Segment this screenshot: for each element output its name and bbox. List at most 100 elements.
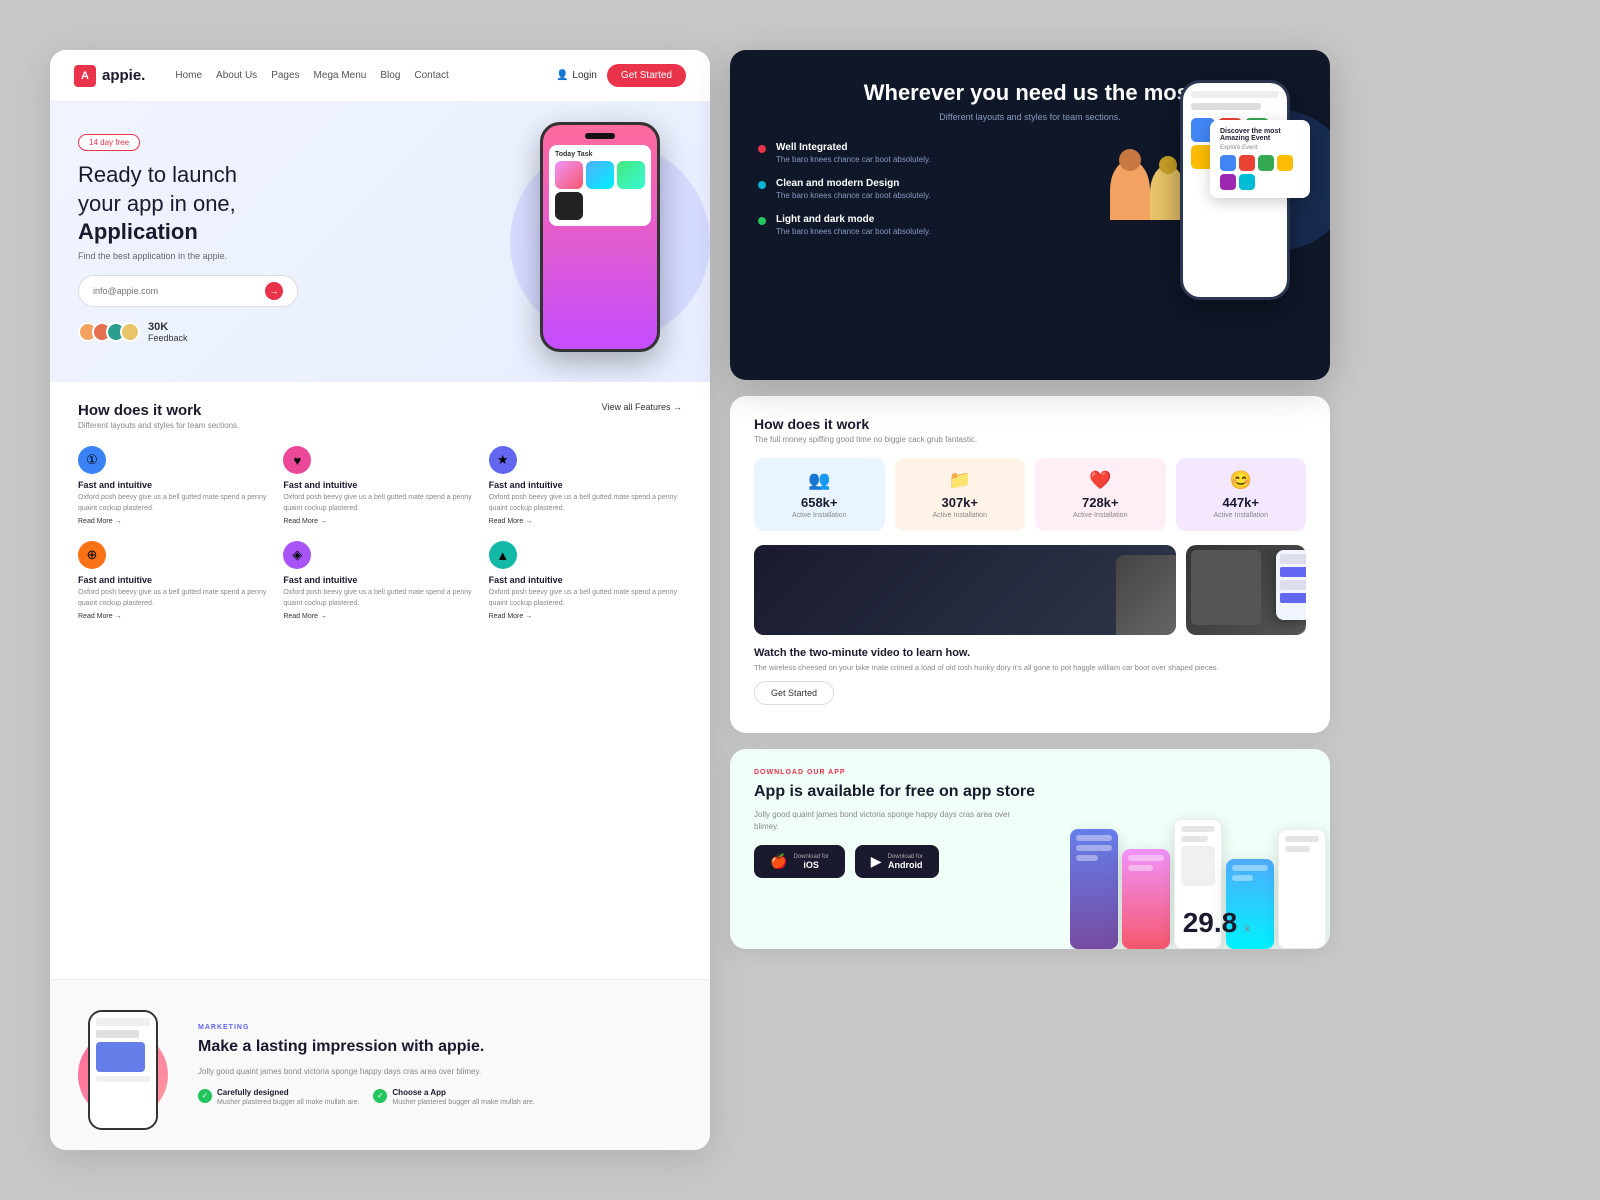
get-started-button[interactable]: Get Started [607,64,686,87]
feature-title-4: Fast and intuitive [78,575,271,585]
nav-actions: 👤 Login Get Started [556,64,686,87]
feature-title-6: Fast and intuitive [489,575,682,585]
feature-icon-1: ① [78,446,106,474]
nav-pages[interactable]: Pages [271,70,299,81]
feature-icon-3: ★ [489,446,517,474]
hero-badge: 14 day free [78,134,140,151]
hero-search-bar[interactable]: → [78,275,298,307]
android-download-button[interactable]: ▶ Download for Android [855,845,939,878]
stat-number-3: 728k+ [1045,495,1156,510]
feature-dot-1 [758,145,766,153]
person-1 [1110,160,1150,220]
nav-blog[interactable]: Blog [380,70,400,81]
read-more-2[interactable]: Read More → [283,518,476,525]
nav-home[interactable]: Home [175,70,202,81]
stat-card-1: 👥 658k+ Active Installation [754,458,885,531]
view-all-link[interactable]: View all Features → [602,402,682,412]
check-desc-1: Musher plastered bugger all make mullah … [217,1099,359,1106]
nav-about[interactable]: About Us [216,70,257,81]
feature-icon-5: ◈ [283,541,311,569]
feature-icon-6: ▲ [489,541,517,569]
ios-download-button[interactable]: 🍎 Download for iOS [754,845,845,878]
feature-desc-2: Oxford posh beevy give us a bell gutted … [283,493,476,514]
nav-contact[interactable]: Contact [414,70,448,81]
feature-desc-5: Oxford posh beevy give us a bell gutted … [283,588,476,609]
read-more-1[interactable]: Read More → [78,518,271,525]
dark-feature-title-3: Light and dark mode [776,214,931,225]
watch-title: Watch the two-minute video to learn how. [754,647,1306,659]
stat-card-3: ❤️ 728k+ Active Installation [1035,458,1166,531]
stat-icon-4: 😊 [1186,470,1297,491]
bottom-content: Marketing Make a lasting impression with… [198,1024,682,1106]
get-started-button[interactable]: Get Started [754,681,834,705]
stat-icon-2: 📁 [905,470,1016,491]
phone-item-2 [586,161,614,189]
feedback-count: 30K Feedback [148,321,188,343]
watch-desc: The wireless cheesed on your bike mate c… [754,662,1306,673]
phone-screen: Today Task [543,125,657,349]
stat-number-4: 447k+ [1186,495,1297,510]
nav-mega[interactable]: Mega Menu [314,70,367,81]
feature-dot-3 [758,217,766,225]
read-more-6[interactable]: Read More → [489,613,682,620]
login-link[interactable]: 👤 Login [556,70,597,81]
discover-icons [1220,155,1300,190]
logo: A appie. [74,65,145,87]
feature-title-1: Fast and intuitive [78,480,271,490]
bottom-impression-section: Marketing Make a lasting impression with… [50,979,710,1150]
stat-number-1: 658k+ [764,495,875,510]
dark-feature-desc-1: The baro knees chance car boot absolutel… [776,155,931,164]
stats-row: 👥 658k+ Active Installation 📁 307k+ Acti… [754,458,1306,531]
feature-desc-3: Oxford posh beevy give us a bell gutted … [489,493,682,514]
dark-feature-title-2: Clean and modern Design [776,178,931,189]
app-desc: Jolly good quaint james bond victoria sp… [754,809,1034,833]
phone-item-1 [555,161,583,189]
left-panel: A appie. Home About Us Pages Mega Menu B… [50,50,710,1150]
discover-sub: Explore Event [1220,145,1300,151]
discover-icon-4 [1277,155,1293,171]
feature-title-5: Fast and intuitive [283,575,476,585]
bottom-phone-screen [90,1012,156,1128]
avatar-group [78,322,140,342]
search-input[interactable] [93,286,265,296]
check-items: ✓ Carefully designed Musher plastered bu… [198,1088,682,1106]
feature-item-1: ① Fast and intuitive Oxford posh beevy g… [78,446,271,525]
hero-phone: Today Task [520,112,690,372]
read-more-4[interactable]: Read More → [78,613,271,620]
dark-feature-desc-3: The baro knees chance car boot absolutel… [776,227,931,236]
mockup-2 [1122,849,1170,949]
phone-small-item-2 [1280,567,1306,577]
stat-icon-1: 👥 [764,470,875,491]
video-card[interactable]: ▶ [754,545,1176,635]
logo-icon: A [74,65,96,87]
section-header: How does it work Different layouts and s… [78,402,682,430]
logo-text: appie. [102,67,145,84]
stat-label-3: Active Installation [1045,512,1156,519]
features-grid: ① Fast and intuitive Oxford posh beevy g… [78,446,682,620]
phone-card: Today Task [549,145,651,226]
discover-icon-3 [1258,155,1274,171]
stat-label-2: Active Installation [905,512,1016,519]
feature-desc-1: Oxford posh beevy give us a bell gutted … [78,493,271,514]
read-more-3[interactable]: Read More → [489,518,682,525]
stat-card-4: 😊 447k+ Active Installation [1176,458,1307,531]
phone-frame: Today Task [540,122,660,352]
check-label-2: Choose a App [392,1088,534,1097]
search-button[interactable]: → [265,282,283,300]
discover-icon-1 [1220,155,1236,171]
bottom-desc: Jolly good quaint james bond victoria sp… [198,1066,682,1078]
discover-icon-5 [1220,174,1236,190]
apple-icon: 🍎 [770,853,787,870]
feature-title-3: Fast and intuitive [489,480,682,490]
phone-small-item-3 [1280,580,1306,590]
check-desc-2: Musher plastered bugger all make mullah … [392,1099,534,1106]
tablet-visual [1186,545,1306,635]
stat-label-4: Active Installation [1186,512,1297,519]
hero-section: 14 day free Ready to launch your app in … [50,102,710,382]
nav-links: Home About Us Pages Mega Menu Blog Conta… [175,70,536,81]
read-more-5[interactable]: Read More → [283,613,476,620]
check-icon-2: ✓ [373,1089,387,1103]
mockup-5 [1278,829,1326,949]
feature-item-3: ★ Fast and intuitive Oxford posh beevy g… [489,446,682,525]
check-item-2: ✓ Choose a App Musher plastered bugger a… [373,1088,534,1106]
